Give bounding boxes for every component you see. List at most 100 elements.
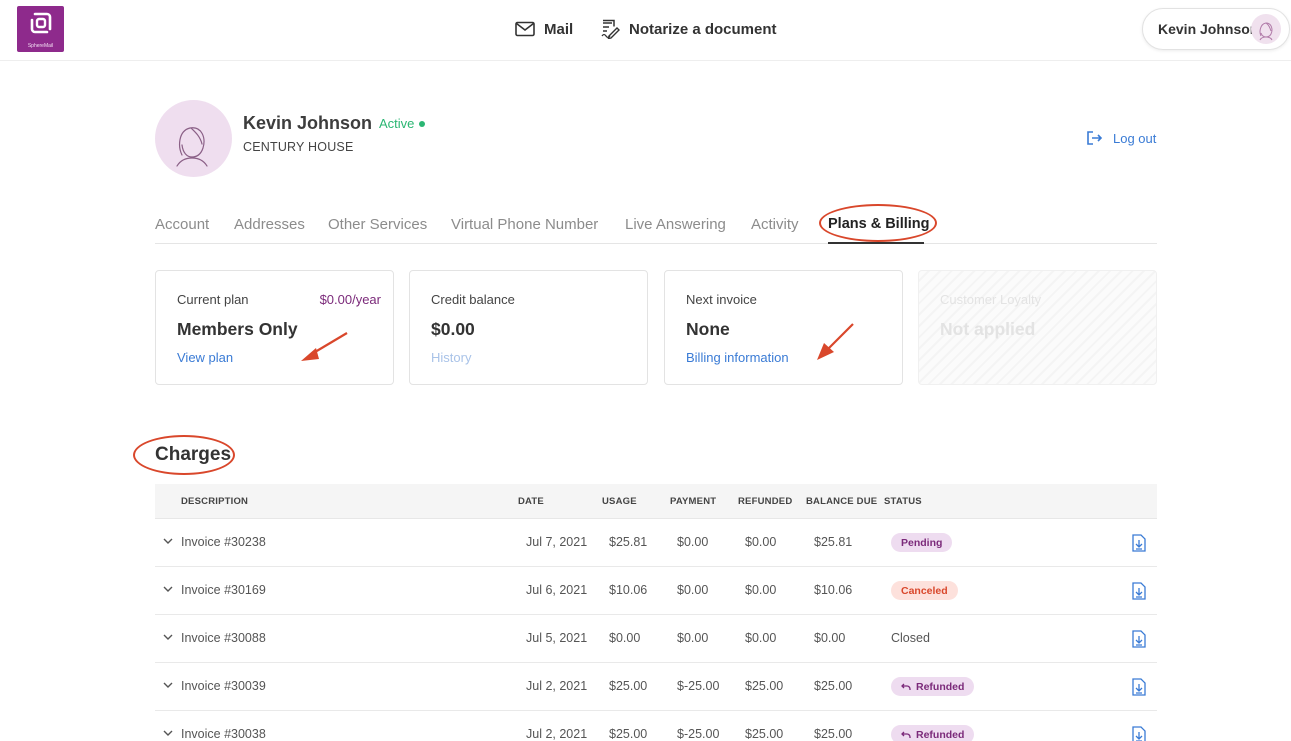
loyalty-value: Not applied — [940, 319, 1036, 339]
status-badge-label: Refunded — [916, 728, 965, 741]
download-invoice-icon[interactable] — [1132, 534, 1146, 552]
column-header-balance-due[interactable]: BALANCE DUE — [806, 496, 877, 507]
table-row[interactable]: Invoice #30169 Jul 6, 2021 $10.06 $0.00 … — [155, 567, 1157, 615]
status-badge-refunded: Refunded — [891, 677, 975, 696]
cell-description: Invoice #30088 — [181, 631, 266, 645]
person-outline-icon — [1259, 22, 1273, 41]
invoice-value: None — [686, 319, 730, 339]
cell-usage: $10.06 — [609, 583, 648, 597]
charges-heading: Charges — [155, 444, 232, 465]
cell-refunded: $25.00 — [745, 727, 784, 741]
table-row[interactable]: Invoice #30038 Jul 2, 2021 $25.00 $-25.0… — [155, 711, 1157, 741]
chevron-down-icon[interactable] — [163, 538, 173, 545]
tab-plans-billing[interactable]: Plans & Billing — [828, 216, 930, 232]
envelope-icon — [515, 21, 535, 37]
notarize-pen-icon — [601, 19, 620, 39]
cell-balance-due: $25.00 — [814, 727, 853, 741]
cell-date: Jul 2, 2021 — [526, 679, 588, 693]
view-plan-link[interactable]: View plan — [177, 350, 233, 365]
status-badge-canceled: Canceled — [891, 581, 958, 600]
cell-payment: $-25.00 — [677, 727, 720, 741]
logout-label: Log out — [1113, 130, 1157, 146]
chevron-down-icon[interactable] — [163, 730, 173, 737]
billing-information-link[interactable]: Billing information — [686, 350, 789, 365]
cell-payment: $0.00 — [677, 631, 709, 645]
column-header-description[interactable]: DESCRIPTION — [181, 496, 248, 507]
nav-notarize[interactable]: Notarize a document — [600, 18, 777, 40]
chevron-down-icon[interactable] — [163, 634, 173, 641]
logo-mark-icon — [30, 12, 52, 34]
column-header-refunded[interactable]: REFUNDED — [738, 496, 792, 507]
profile-avatar — [155, 100, 232, 177]
cell-balance-due: $10.06 — [814, 583, 853, 597]
user-avatar — [1251, 14, 1281, 44]
nav-mail[interactable]: Mail — [515, 18, 573, 40]
cell-description: Invoice #30039 — [181, 679, 266, 693]
history-link[interactable]: History — [431, 350, 471, 365]
tab-addresses[interactable]: Addresses — [234, 216, 305, 233]
status-badge: Active — [379, 116, 426, 131]
logout-icon — [1087, 131, 1103, 145]
cell-balance-due: $25.81 — [814, 535, 853, 549]
tab-activity[interactable]: Activity — [751, 216, 799, 233]
tab-virtual-phone-number[interactable]: Virtual Phone Number — [451, 216, 598, 233]
column-header-date[interactable]: DATE — [518, 496, 544, 507]
company-name: CENTURY HOUSE — [243, 140, 354, 154]
undo-arrow-icon — [901, 683, 911, 690]
download-invoice-icon[interactable] — [1132, 726, 1146, 741]
cell-date: Jul 7, 2021 — [526, 535, 588, 549]
download-invoice-icon[interactable] — [1132, 630, 1146, 648]
charges-table: DESCRIPTION DATE USAGE PAYMENT REFUNDED … — [155, 484, 1157, 741]
next-invoice-card: Next invoice None Billing information — [664, 270, 903, 385]
cell-refunded: $25.00 — [745, 679, 784, 693]
top-bar: SphereMail Mail Notarize a document Kevi… — [0, 0, 1291, 61]
plan-name: Members Only — [177, 319, 298, 339]
table-row[interactable]: Invoice #30238 Jul 7, 2021 $25.81 $0.00 … — [155, 519, 1157, 567]
invoice-label: Next invoice — [686, 292, 757, 307]
credit-label: Credit balance — [431, 292, 515, 307]
cell-description: Invoice #30038 — [181, 727, 266, 741]
cell-balance-due: $25.00 — [814, 679, 853, 693]
cell-usage: $25.00 — [609, 679, 648, 693]
user-menu[interactable]: Kevin Johnson — [1142, 8, 1290, 50]
user-menu-name: Kevin Johnson — [1158, 21, 1259, 37]
active-tab-indicator — [828, 242, 924, 244]
tab-live-answering[interactable]: Live Answering — [625, 216, 726, 233]
column-header-usage[interactable]: USAGE — [602, 496, 637, 507]
loyalty-label: Customer Loyalty — [940, 292, 1042, 307]
cell-date: Jul 6, 2021 — [526, 583, 588, 597]
column-header-payment[interactable]: PAYMENT — [670, 496, 716, 507]
profile-tabs: Account Addresses Other Services Virtual… — [155, 212, 1157, 244]
cell-description: Invoice #30238 — [181, 535, 266, 549]
logo-wordmark: SphereMail — [27, 43, 54, 49]
column-header-status[interactable]: STATUS — [884, 496, 922, 507]
download-invoice-icon[interactable] — [1132, 582, 1146, 600]
chevron-down-icon[interactable] — [163, 682, 173, 689]
cell-payment: $-25.00 — [677, 679, 720, 693]
plan-price: $0.00/year — [319, 292, 381, 307]
credit-value: $0.00 — [431, 319, 475, 339]
chevron-down-icon[interactable] — [163, 586, 173, 593]
brand-logo[interactable]: SphereMail — [17, 6, 64, 52]
cell-refunded: $0.00 — [745, 535, 777, 549]
cell-description: Invoice #30169 — [181, 583, 266, 597]
status-label: Active — [379, 116, 415, 131]
status-dot — [419, 120, 426, 127]
logout-link[interactable]: Log out — [1086, 130, 1156, 146]
cell-date: Jul 5, 2021 — [526, 631, 588, 645]
cell-refunded: $0.00 — [745, 631, 777, 645]
table-row[interactable]: Invoice #30088 Jul 5, 2021 $0.00 $0.00 $… — [155, 615, 1157, 663]
cell-date: Jul 2, 2021 — [526, 727, 588, 741]
tab-account[interactable]: Account — [155, 216, 209, 233]
current-plan-card: Current plan $0.00/year Members Only Vie… — [155, 270, 394, 385]
cell-usage: $25.81 — [609, 535, 648, 549]
customer-loyalty-card: Customer Loyalty Not applied — [918, 270, 1157, 385]
plan-label: Current plan — [177, 292, 249, 307]
status-text-closed: Closed — [891, 631, 930, 645]
person-outline-icon — [176, 127, 208, 167]
cell-payment: $0.00 — [677, 535, 709, 549]
table-row[interactable]: Invoice #30039 Jul 2, 2021 $25.00 $-25.0… — [155, 663, 1157, 711]
download-invoice-icon[interactable] — [1132, 678, 1146, 696]
tab-other-services[interactable]: Other Services — [328, 216, 427, 233]
cell-payment: $0.00 — [677, 583, 709, 597]
